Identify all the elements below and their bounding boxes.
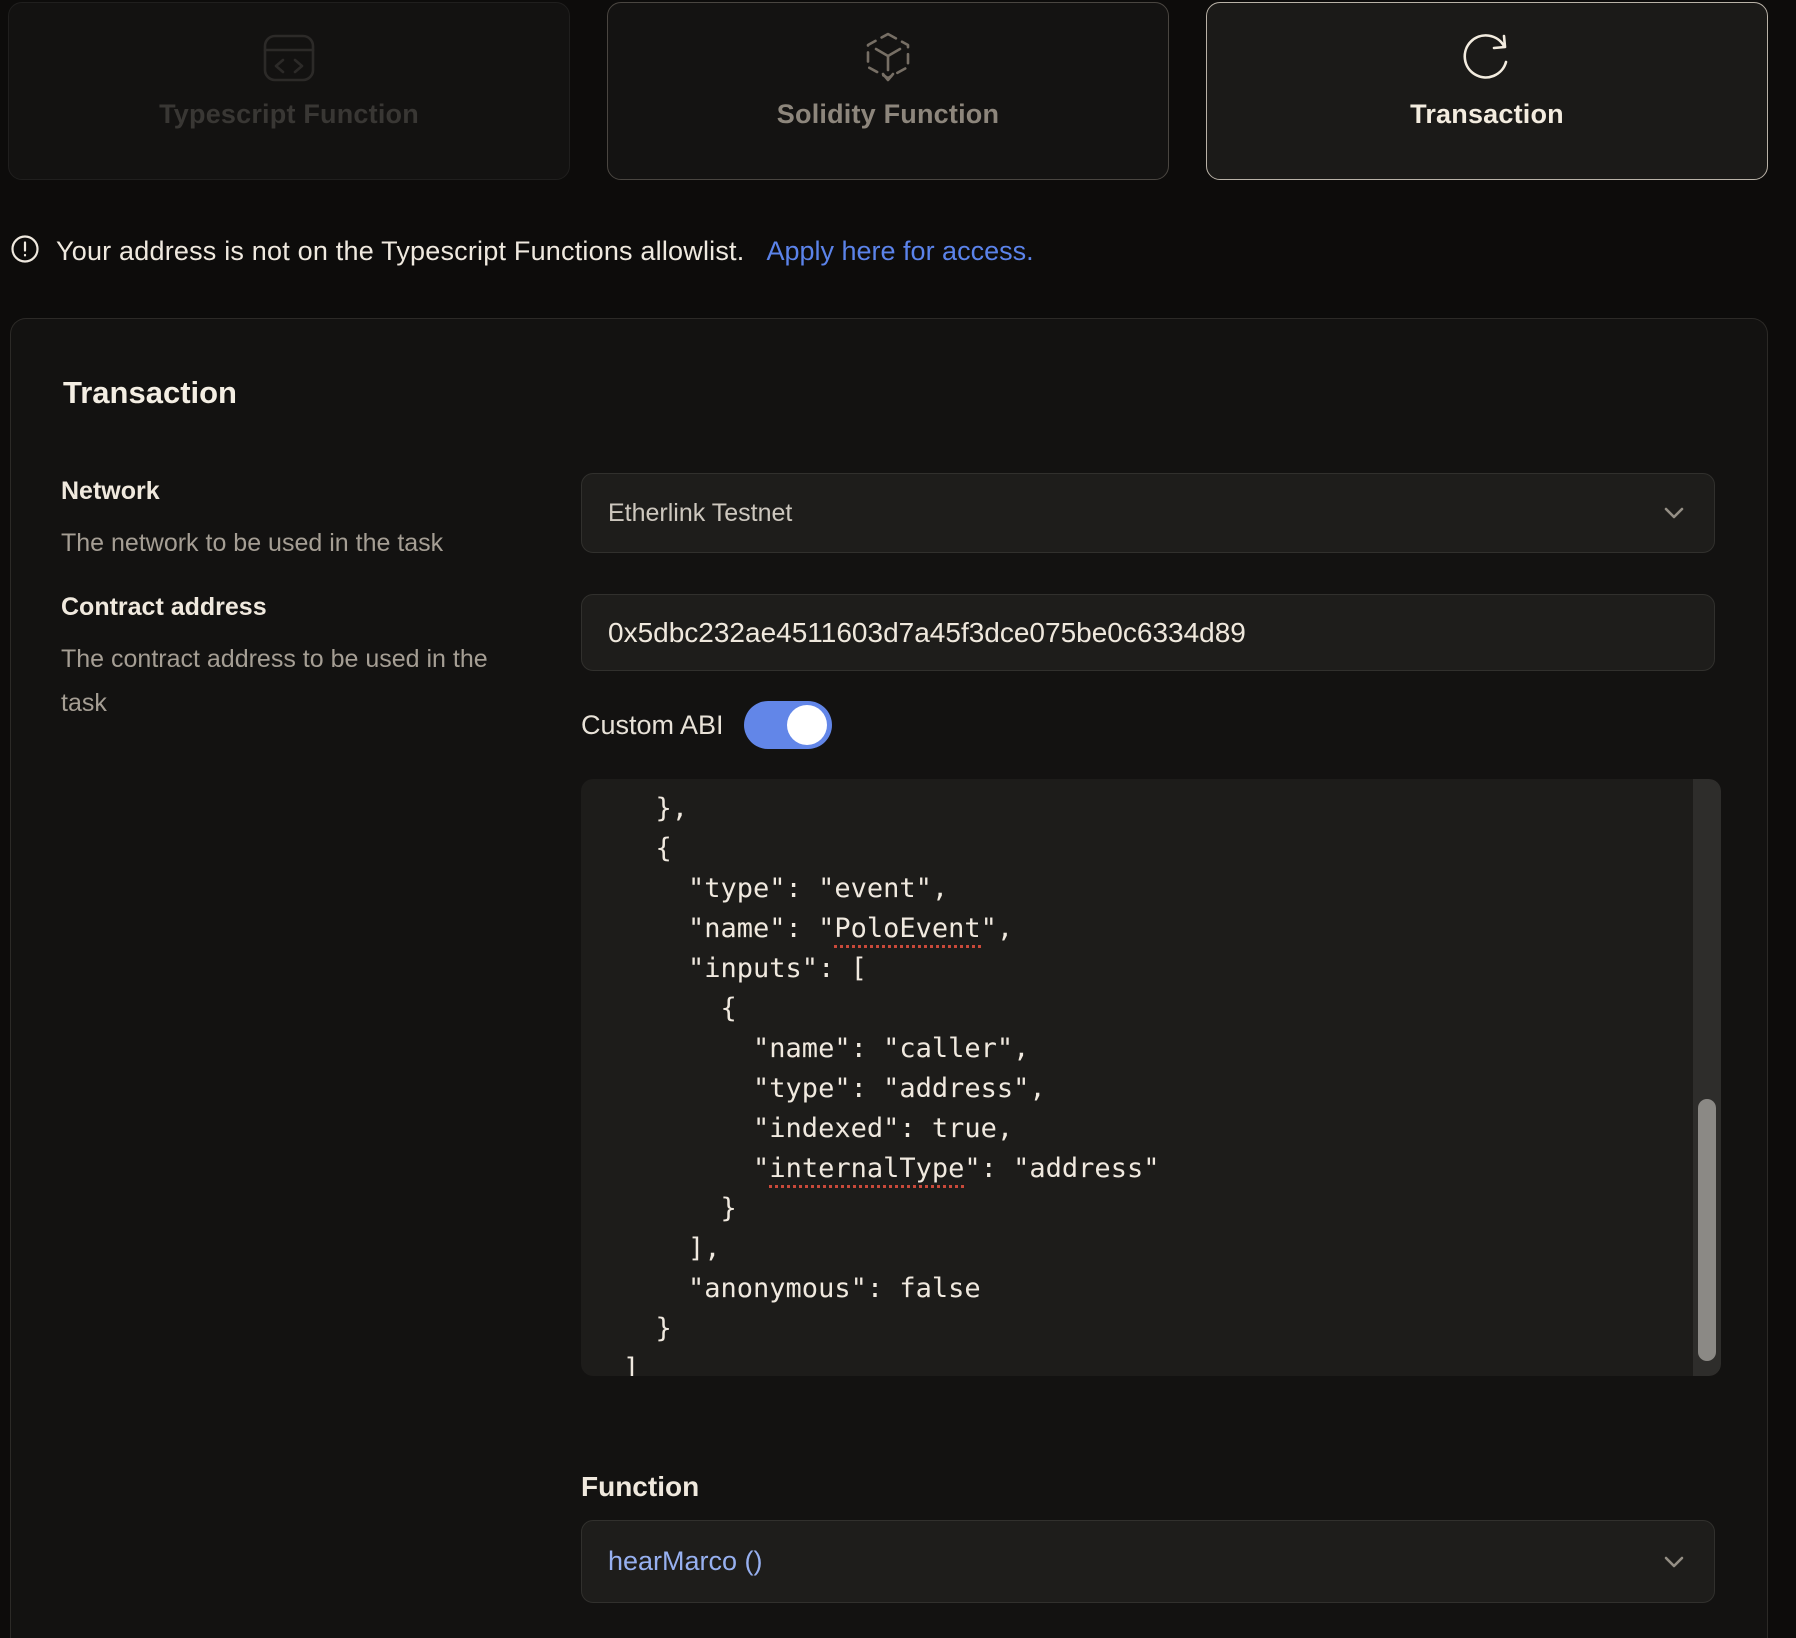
tab-typescript-function[interactable]: Typescript Function [8,2,570,180]
transaction-panel: Transaction Network The network to be us… [10,318,1768,1638]
chevron-down-icon [1658,497,1690,529]
editor-scrollbar-track[interactable] [1693,779,1721,1376]
apply-access-link[interactable]: Apply here for access. [766,236,1033,267]
function-select-value: hearMarco () [608,1546,763,1577]
tab-label: Solidity Function [777,99,999,130]
panel-title: Transaction [63,375,237,411]
function-label: Function [581,1471,699,1503]
deploy-box-icon [860,29,916,87]
chevron-down-icon [1658,1546,1690,1578]
contract-address-description: The contract address to be used in the t… [61,637,491,725]
function-select[interactable]: hearMarco () [581,1520,1715,1603]
network-select-value: Etherlink Testnet [608,499,792,528]
rotate-cw-icon [1461,29,1513,87]
network-select[interactable]: Etherlink Testnet [581,473,1715,553]
network-label: Network [61,477,160,506]
tab-label: Typescript Function [159,99,419,130]
contract-address-label: Contract address [61,593,267,622]
custom-abi-row: Custom ABI [581,701,832,749]
allowlist-alert: Your address is not on the Typescript Fu… [10,234,1034,269]
create-task-page: Typescript Function Solidity Function [0,0,1796,1638]
code-window-icon [262,29,316,87]
editor-scrollbar-thumb[interactable] [1698,1099,1716,1361]
abi-code[interactable]: }, { "type": "event", "name": "PoloEvent… [581,779,1721,1376]
tab-transaction[interactable]: Transaction [1206,2,1768,180]
custom-abi-label: Custom ABI [581,710,724,741]
tab-solidity-function[interactable]: Solidity Function [607,2,1169,180]
toggle-knob [787,705,827,745]
contract-address-input[interactable] [581,594,1715,671]
alert-text: Your address is not on the Typescript Fu… [56,236,744,267]
task-type-tabs: Typescript Function Solidity Function [8,2,1770,180]
custom-abi-toggle[interactable] [744,701,832,749]
network-description: The network to be used in the task [61,521,491,565]
alert-circle-icon [10,234,40,269]
abi-code-editor[interactable]: }, { "type": "event", "name": "PoloEvent… [581,779,1721,1376]
tab-label: Transaction [1410,99,1564,130]
